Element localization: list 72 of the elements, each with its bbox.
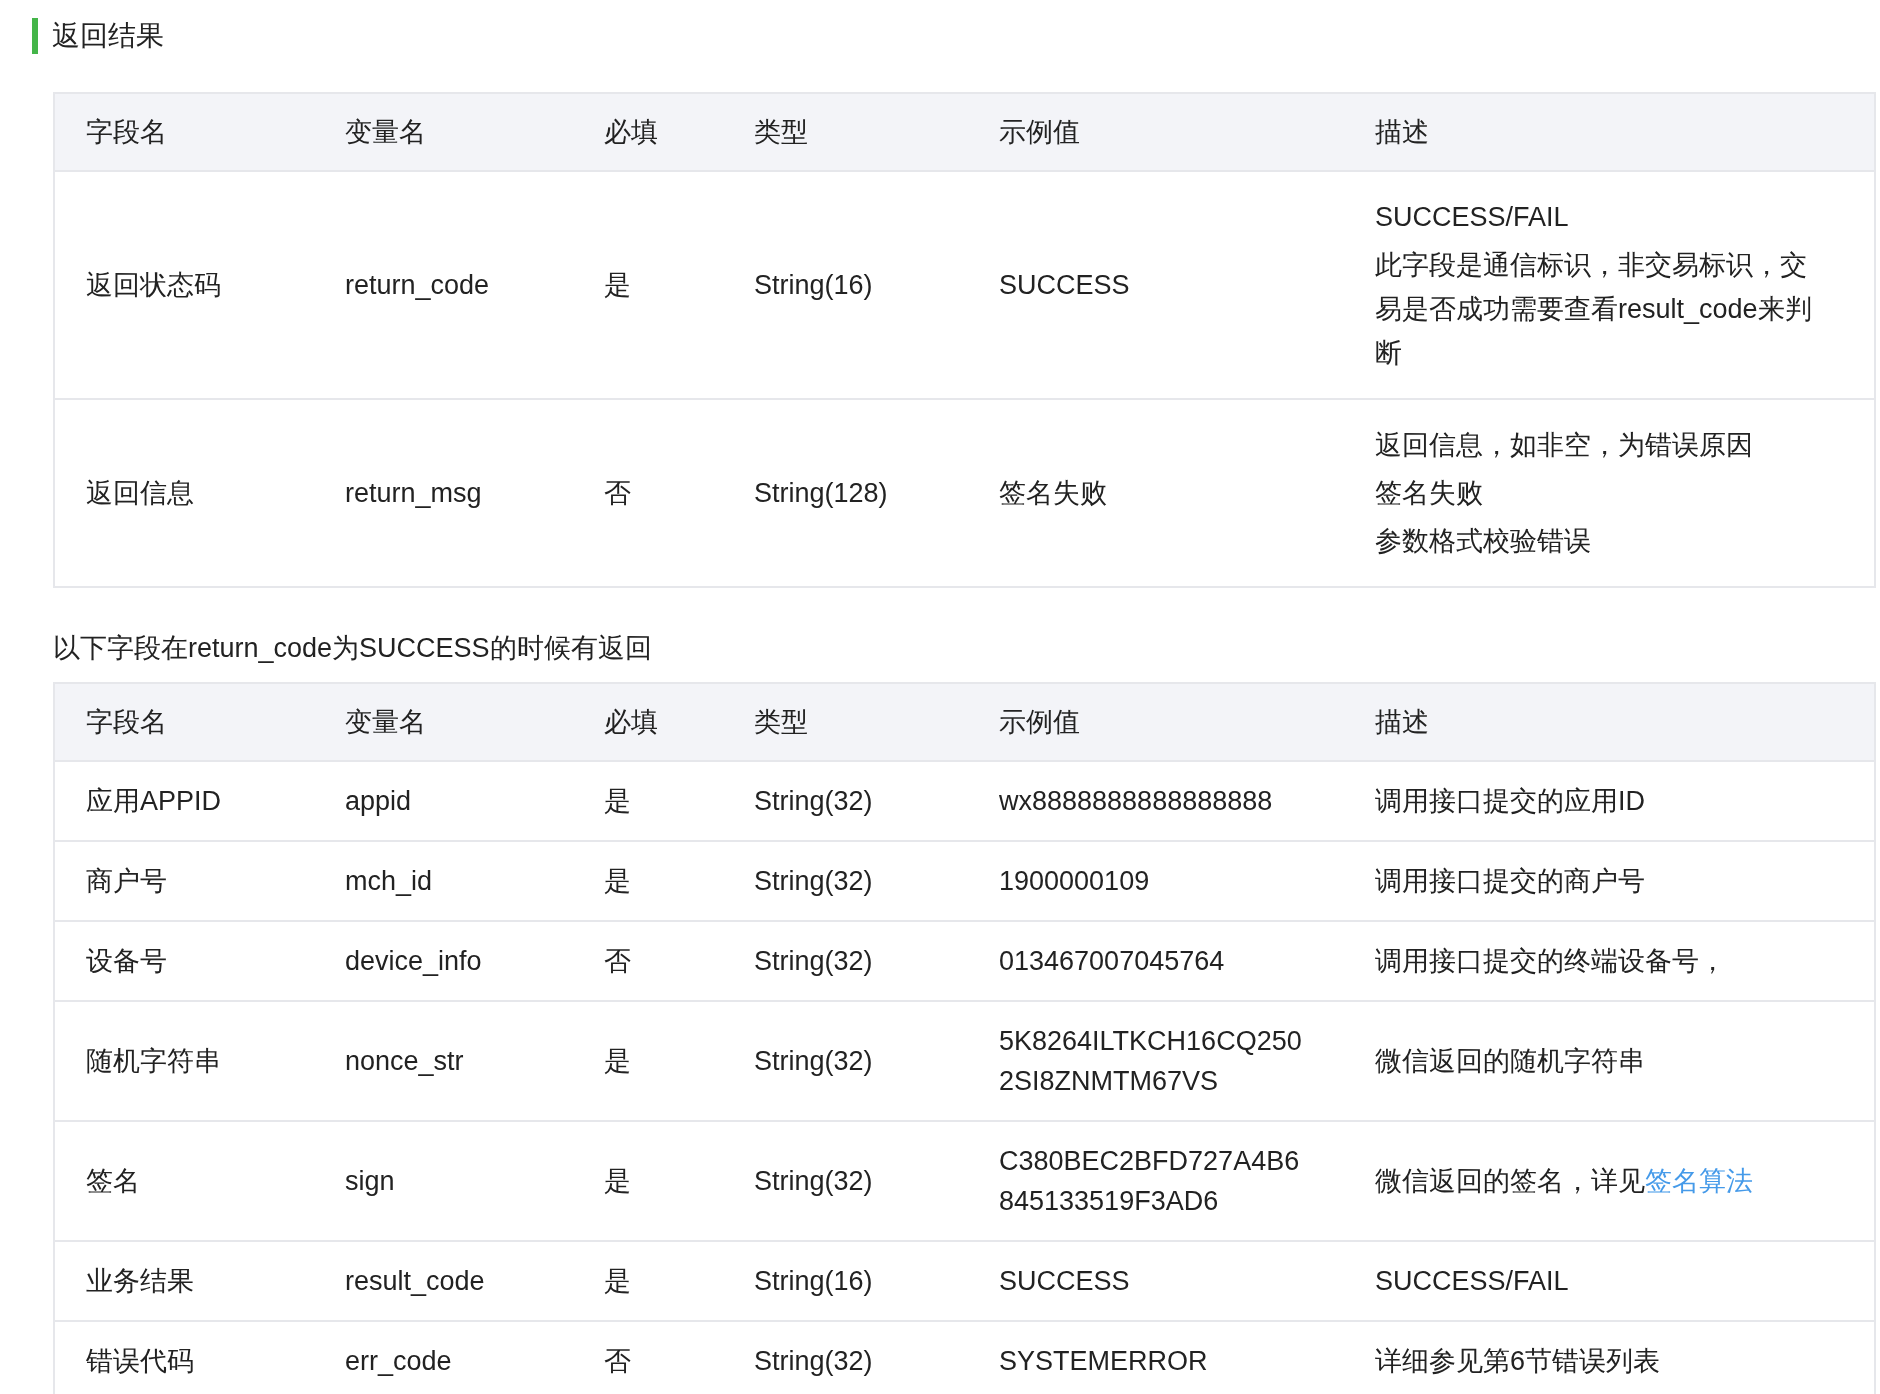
section-title: 返回结果 [32,18,1874,54]
table-cell: 是 [573,1001,723,1121]
column-header: 变量名 [314,683,573,761]
table-cell: String(32) [723,761,968,841]
description-text: 返回信息，如非空，为错误原因 [1375,429,1754,462]
table-cell: result_code [314,1241,573,1321]
table-cell: 错误代码 [54,1321,314,1394]
column-header: 类型 [723,683,968,761]
signature-algorithm-link[interactable]: 签名算法 [1645,1166,1753,1196]
table-cell: String(32) [723,1121,968,1241]
description-text: 此字段是通信标识，非交易标识，交易是否成功需要查看result_code来判断 [1375,249,1813,370]
description-text: SUCCESS/FAIL [1375,201,1570,234]
table-cell: nonce_str [314,1001,573,1121]
table-cell: 返回状态码 [54,171,314,399]
table-cell: 否 [573,921,723,1001]
description-text: 微信返回的签名，详见签名算法 [1375,1165,1754,1198]
table-cell: 是 [573,1241,723,1321]
table-cell: 随机字符串 [54,1001,314,1121]
column-header: 必填 [573,683,723,761]
table-cell: 设备号 [54,921,314,1001]
table-cell: 是 [573,761,723,841]
column-header: 变量名 [314,93,573,171]
table-cell: device_info [314,921,573,1001]
table-cell: 5K8264ILTKCH16CQ250 2SI8ZNMTM67VS [968,1001,1344,1121]
column-header: 示例值 [968,683,1344,761]
table-cell: String(32) [723,841,968,921]
table-cell: 签名失败 [968,399,1344,587]
note-text: 以下字段在return_code为SUCCESS的时候有返回 [53,632,653,665]
table-cell: appid [314,761,573,841]
table-cell: 调用接口提交的商户号 [1344,841,1875,921]
table-cell: 1900000109 [968,841,1344,921]
table-cell: 商户号 [54,841,314,921]
table-cell: 否 [573,399,723,587]
column-header: 字段名 [54,93,314,171]
table-cell: err_code [314,1321,573,1394]
table-cell: 调用接口提交的终端设备号， [1344,921,1875,1001]
table-cell: mch_id [314,841,573,921]
table-cell: 是 [573,1121,723,1241]
table-cell: 详细参见第6节错误列表 [1344,1321,1875,1394]
table-cell: sign [314,1121,573,1241]
table-cell: 是 [573,171,723,399]
description-text: 签名失败 [1375,477,1484,510]
column-header: 描述 [1344,683,1875,761]
table-cell: 013467007045764 [968,921,1344,1001]
table-cell: String(128) [723,399,968,587]
column-header: 示例值 [968,93,1344,171]
table-cell: return_code [314,171,573,399]
table-cell: SYSTEMERROR [968,1321,1344,1394]
table-cell: return_msg [314,399,573,587]
table-cell: C380BEC2BFD727A4B6 845133519F3AD6 [968,1121,1344,1241]
table-cell: String(16) [723,1241,968,1321]
table-cell: String(32) [723,1321,968,1394]
table-cell: SUCCESS/FAIL [1344,1241,1875,1321]
table-cell: String(32) [723,921,968,1001]
column-header: 必填 [573,93,723,171]
table-cell: 是 [573,841,723,921]
table-cell: SUCCESS [968,1241,1344,1321]
table-cell: 签名 [54,1121,314,1241]
column-header: 描述 [1344,93,1875,171]
table-cell: wx8888888888888888 [968,761,1344,841]
description-text: 参数格式校验错误 [1375,525,1592,558]
table-cell: String(32) [723,1001,968,1121]
column-header: 字段名 [54,683,314,761]
column-header: 类型 [723,93,968,171]
table-cell: 应用APPID [54,761,314,841]
table-cell: 返回信息 [54,399,314,587]
table-cell: 业务结果 [54,1241,314,1321]
table-cell: 调用接口提交的应用ID [1344,761,1875,841]
table-cell: 微信返回的随机字符串 [1344,1001,1875,1121]
table-cell: String(16) [723,171,968,399]
table-cell: 否 [573,1321,723,1394]
table-cell: SUCCESS [968,171,1344,399]
